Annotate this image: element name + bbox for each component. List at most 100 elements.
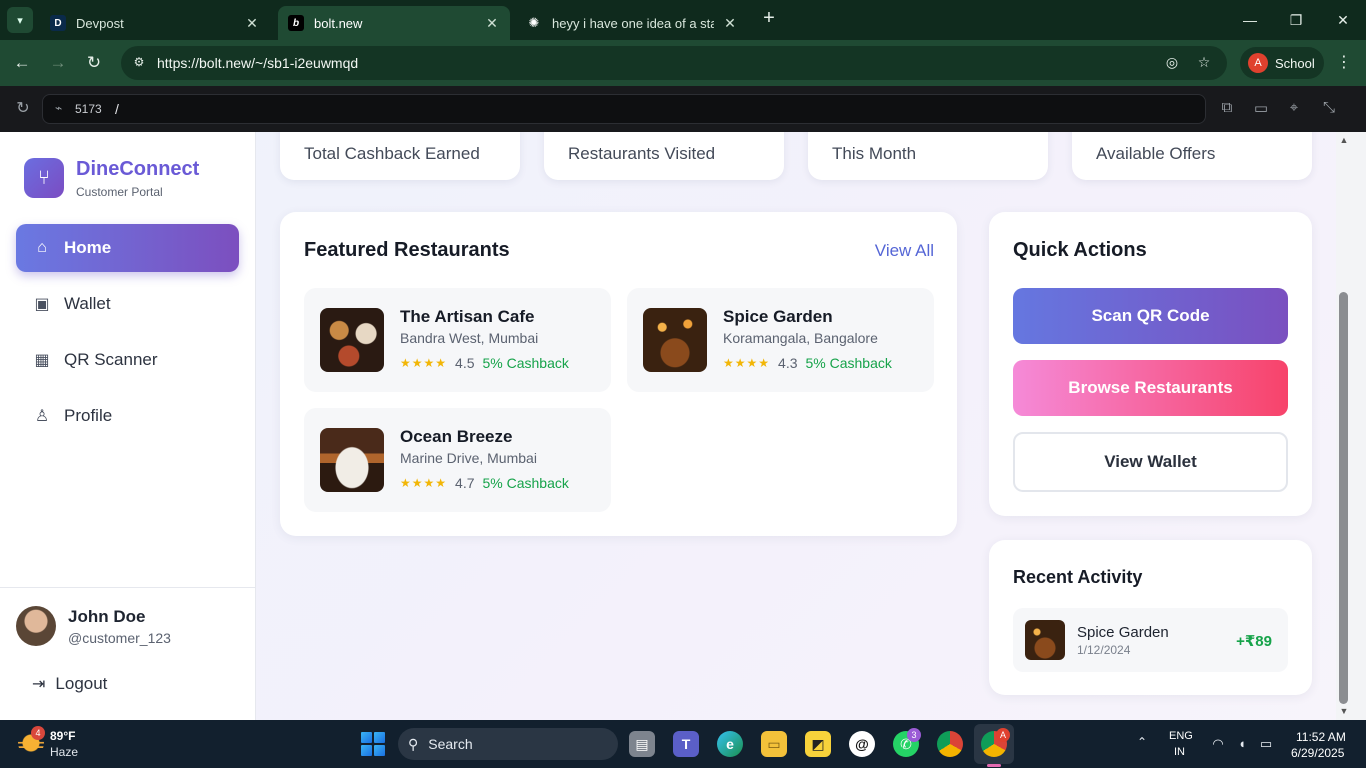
logout-label: Logout <box>55 674 108 693</box>
sidebar-item-label: Profile <box>64 406 113 425</box>
restaurant-card[interactable]: Spice Garden Koramangala, Bangalore ★★★★… <box>627 288 934 392</box>
profile-button[interactable]: A School <box>1240 47 1324 79</box>
url-text[interactable]: https://bolt.new/~/sb1-i2euwmqd <box>157 55 358 71</box>
rating-value: 4.7 <box>455 475 475 491</box>
stat-label: Restaurants Visited <box>568 144 716 163</box>
bolt-favicon-icon: b <box>288 15 304 31</box>
browser-menu-icon[interactable]: ⋮ <box>1336 52 1352 72</box>
fullscreen-icon[interactable]: ⤡ <box>1319 99 1339 116</box>
teams-icon[interactable]: T <box>673 731 699 757</box>
preview-toolbar: ↻ ⌁ 5173 / ⧉ ▭ ⌖ ⤡ <box>0 86 1366 132</box>
profile-avatar: A <box>1248 53 1268 73</box>
tab-search-menu-button[interactable]: ▾ <box>7 7 33 33</box>
activity-name: Spice Garden <box>1077 624 1169 641</box>
inspect-icon[interactable]: ⌖ <box>1284 99 1304 116</box>
view-all-link[interactable]: View All <box>875 241 934 261</box>
open-external-icon[interactable]: ⧉ <box>1217 99 1237 116</box>
activity-item[interactable]: Spice Garden 1/12/2024 +₹89 <box>1013 608 1288 672</box>
file-explorer-icon[interactable]: ▭ <box>761 731 787 757</box>
address-bar[interactable]: ⚙ https://bolt.new/~/sb1-i2euwmqd ◎ ☆ <box>121 46 1227 80</box>
close-tab-icon[interactable]: ✕ <box>722 15 738 32</box>
restaurant-card[interactable]: The Artisan Cafe Bandra West, Mumbai ★★★… <box>304 288 611 392</box>
preview-reload-icon[interactable]: ↻ <box>12 98 34 118</box>
sidebar-item-wallet[interactable]: ▣ Wallet <box>16 280 239 328</box>
wifi-icon[interactable]: ◠ <box>1209 736 1227 752</box>
cashback-badge: 5% Cashback <box>805 355 892 371</box>
restore-button[interactable]: ❐ <box>1284 8 1308 32</box>
wallet-icon: ▣ <box>34 296 50 313</box>
battery-icon[interactable]: ▭ <box>1257 736 1275 752</box>
weather-temperature[interactable]: 89°F <box>50 729 75 743</box>
star-rating-icon: ★★★★ <box>400 356 448 370</box>
language-indicator[interactable]: ENG <box>1169 730 1193 742</box>
tab-chat[interactable]: ✺ heyy i have one idea of a startu ✕ <box>516 6 748 40</box>
home-icon: ⌂ <box>37 239 47 256</box>
tab-title: heyy i have one idea of a startu <box>552 15 714 31</box>
cutlery-logo-icon: ⑂ <box>24 158 64 198</box>
site-settings-icon[interactable]: ⚙ <box>131 55 147 71</box>
browser-tab-strip: ▾ D Devpost ✕ b bolt.new ✕ ✺ heyy i have… <box>0 0 1366 40</box>
sidebar-item-home[interactable]: ⌂ Home <box>16 224 239 272</box>
section-title: Featured Restaurants <box>304 239 510 261</box>
chatgpt-favicon-icon: ✺ <box>528 15 540 30</box>
logout-button[interactable]: ⇥ Logout <box>32 674 107 694</box>
chrome-profile-badge: A <box>996 728 1010 742</box>
restaurant-name: Ocean Breeze <box>400 427 513 446</box>
scan-qr-button[interactable]: Scan QR Code <box>1013 288 1288 344</box>
new-tab-button[interactable]: + <box>758 8 780 30</box>
edge-icon[interactable]: e <box>717 731 743 757</box>
close-tab-icon[interactable]: ✕ <box>244 15 260 32</box>
devpost-favicon-icon: D <box>50 15 66 31</box>
windows-start-icon[interactable] <box>361 732 385 756</box>
clock-time[interactable]: 11:52 AM <box>1296 730 1346 744</box>
scroll-up-arrow-icon[interactable]: ▲ <box>1337 135 1351 145</box>
chevron-up-icon[interactable]: ⌃ <box>1134 735 1150 749</box>
browse-restaurants-button[interactable]: Browse Restaurants <box>1013 360 1288 416</box>
tab-bolt[interactable]: b bolt.new ✕ <box>278 6 510 40</box>
view-wallet-button[interactable]: View Wallet <box>1013 432 1288 492</box>
tab-title: Devpost <box>76 15 124 31</box>
sidebar: ⑂ DineConnect Customer Portal ⌂ Home ▣ W… <box>0 132 256 720</box>
chrome-icon[interactable] <box>937 731 963 757</box>
restaurant-card[interactable]: Ocean Breeze Marine Drive, Mumbai ★★★★ 4… <box>304 408 611 512</box>
clock-date[interactable]: 6/29/2025 <box>1291 746 1344 760</box>
tracking-protection-icon[interactable]: ◎ <box>1163 54 1181 72</box>
sidebar-item-qr-scanner[interactable]: ▦ QR Scanner <box>16 336 239 384</box>
threads-icon[interactable]: @ <box>849 731 875 757</box>
restaurant-photo <box>643 308 707 372</box>
weather-badge: 4 <box>31 726 45 740</box>
preview-url-input[interactable]: ⌁ 5173 / <box>42 94 1206 124</box>
close-tab-icon[interactable]: ✕ <box>484 15 500 32</box>
section-title: Recent Activity <box>1013 567 1143 587</box>
close-window-button[interactable]: ✕ <box>1331 8 1355 32</box>
sticky-notes-icon[interactable]: ◩ <box>805 731 831 757</box>
stat-card-cashback: Total Cashback Earned <box>280 132 520 180</box>
stat-label: Available Offers <box>1096 144 1216 163</box>
section-title: Quick Actions <box>1013 239 1147 261</box>
back-button[interactable]: ← <box>11 52 33 74</box>
region-indicator[interactable]: IN <box>1174 746 1185 758</box>
sidebar-item-label: Home <box>64 238 112 257</box>
forward-button[interactable]: → <box>47 52 69 74</box>
port-label: 5173 <box>75 102 102 116</box>
taskbar-search[interactable]: ⚲ Search <box>398 728 618 760</box>
preview-path[interactable]: / <box>115 101 119 117</box>
minimize-button[interactable]: — <box>1238 8 1262 32</box>
sidebar-item-label: Wallet <box>64 294 111 313</box>
scrollbar-thumb[interactable] <box>1339 292 1348 704</box>
volume-icon[interactable]: ◖ <box>1233 736 1251 751</box>
reload-button[interactable]: ↻ <box>83 52 105 74</box>
user-name: John Doe <box>68 607 146 626</box>
task-view-icon[interactable]: ▤ <box>629 731 655 757</box>
tab-devpost[interactable]: D Devpost ✕ <box>40 6 270 40</box>
recent-activity-card: Recent Activity Spice Garden 1/12/2024 +… <box>989 540 1312 695</box>
restaurant-meta: ★★★★ 4.3 5% Cashback <box>723 355 892 371</box>
scroll-down-arrow-icon[interactable]: ▼ <box>1337 706 1351 716</box>
search-icon: ⚲ <box>408 735 419 752</box>
stat-label: This Month <box>832 144 917 163</box>
sidebar-item-profile[interactable]: ♙ Profile <box>16 392 239 440</box>
device-preview-icon[interactable]: ▭ <box>1251 99 1271 117</box>
weather-condition[interactable]: Haze <box>50 745 78 759</box>
activity-date: 1/12/2024 <box>1077 643 1131 657</box>
bookmark-star-icon[interactable]: ☆ <box>1195 54 1213 72</box>
